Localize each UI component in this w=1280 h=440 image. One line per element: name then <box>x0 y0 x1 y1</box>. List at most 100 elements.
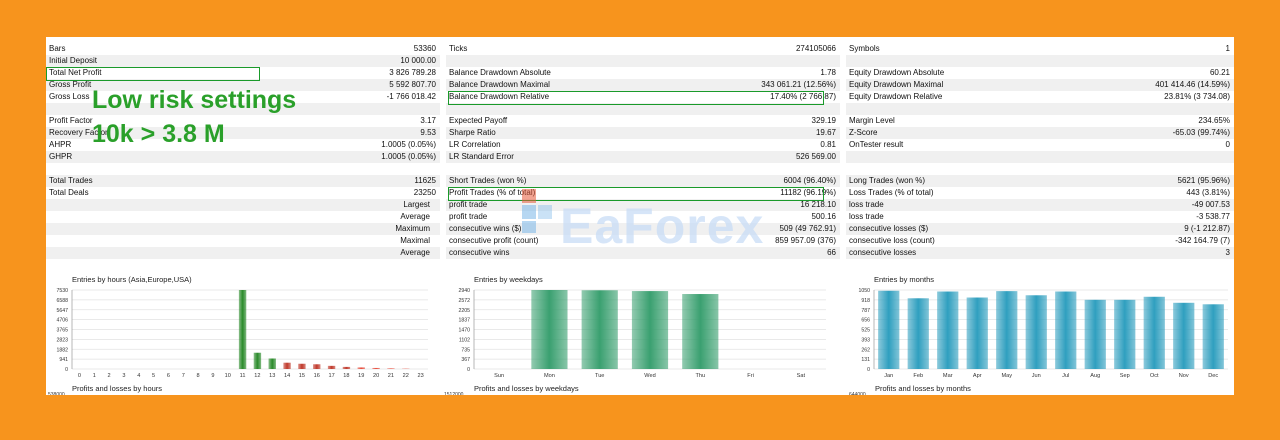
x-tick-label: Jan <box>884 373 893 379</box>
chart-bar <box>682 294 719 369</box>
y-tick-label: 131 <box>861 357 870 363</box>
y-tick-label: 0 <box>867 367 870 373</box>
stat-label: Equity Drawdown Maximal <box>849 80 944 89</box>
stat-value: 9 (-1 212.87) <box>1184 224 1230 233</box>
stat-row: Equity Drawdown Absolute 60.21 <box>846 67 1234 79</box>
stat-value: 11625 <box>414 176 436 185</box>
stat-label: consecutive losses ($) <box>849 224 929 233</box>
x-tick-label: 0 <box>78 373 81 379</box>
x-tick-label: 9 <box>211 373 214 379</box>
y-tick-label: 3765 <box>56 328 68 334</box>
stat-label: consecutive losses <box>849 248 917 257</box>
stat-row: Equity Drawdown Maximal 401 414.46 (14.59… <box>846 79 1234 91</box>
stat-value: 3 826 789.28 <box>389 68 436 77</box>
stat-row <box>846 151 1234 163</box>
watermark-text: EaForex <box>560 198 765 254</box>
stat-row: Largest <box>46 199 440 211</box>
x-tick-label: 13 <box>269 373 275 379</box>
x-tick-label: 10 <box>225 373 231 379</box>
stat-label: LR Correlation <box>449 140 501 149</box>
stat-value: 401 414.46 (14.59%) <box>1155 80 1230 89</box>
x-tick-label: Sun <box>494 373 504 379</box>
y-tick-label: 1470 <box>458 328 470 334</box>
stat-row: Maximum <box>46 223 440 235</box>
stat-value: 3.17 <box>420 116 436 125</box>
stat-label: Maximum <box>395 224 430 233</box>
stat-value: 6004 (96.40%) <box>783 176 836 185</box>
y-tick-label: 2572 <box>458 298 470 304</box>
chart-bar <box>313 364 321 369</box>
stat-label: loss trade <box>849 212 884 221</box>
y-tick-label: 0 <box>467 367 470 373</box>
stat-row: Balance Drawdown Maximal 343 061.21 (12.5… <box>446 79 840 91</box>
y-tick-label: 393 <box>861 337 870 343</box>
y-tick-label: 525 <box>861 328 870 334</box>
stat-value: 0.81 <box>820 140 836 149</box>
chart-bar <box>1202 304 1224 369</box>
y-tick-label: 656 <box>861 318 870 324</box>
x-tick-label: Fri <box>747 373 754 379</box>
x-tick-label: 23 <box>417 373 423 379</box>
x-tick-label: Mar <box>943 373 953 379</box>
stat-value: 234.65% <box>1198 116 1230 125</box>
x-tick-label: 16 <box>314 373 320 379</box>
x-tick-label: 17 <box>328 373 334 379</box>
bottom-tick-months: 644000 <box>849 392 866 395</box>
stat-row <box>446 55 840 67</box>
y-tick-label: 1882 <box>56 347 68 353</box>
chart-bar <box>581 290 618 369</box>
chart-title-profits-months: Profits and losses by months <box>875 384 971 393</box>
stat-row: LR Correlation 0.81 <box>446 139 840 151</box>
stat-value: 329.19 <box>811 116 836 125</box>
watermark-logo <box>522 189 552 233</box>
stat-row <box>846 103 1234 115</box>
chart-bar <box>238 290 247 369</box>
stat-row: Bars 53360 <box>46 43 440 55</box>
stat-label: Long Trades (won %) <box>849 176 926 185</box>
chart-title: Entries by months <box>874 275 934 284</box>
stat-label: LR Standard Error <box>449 152 514 161</box>
stat-row <box>46 163 440 175</box>
y-tick-label: 262 <box>861 347 870 353</box>
stat-label: Total Deals <box>49 188 89 197</box>
stat-label: Largest <box>403 200 430 209</box>
chart-bar <box>372 367 380 369</box>
stat-value: -342 164.79 (7) <box>1175 236 1230 245</box>
chart-bar <box>298 363 306 369</box>
chart-bar <box>531 290 568 369</box>
stat-row: Balance Drawdown Absolute 1.78 <box>446 67 840 79</box>
stat-label: consecutive wins ($) <box>449 224 522 233</box>
stat-row <box>846 55 1234 67</box>
stat-label: AHPR <box>49 140 72 149</box>
stat-label: Z-Score <box>849 128 878 137</box>
x-tick-label: Jun <box>1032 373 1041 379</box>
y-tick-label: 1050 <box>858 288 870 294</box>
x-tick-label: Jul <box>1062 373 1069 379</box>
stat-value: 5 592 807.70 <box>389 80 436 89</box>
stat-row: LR Standard Error 526 569.00 <box>446 151 840 163</box>
stat-label: OnTester result <box>849 140 904 149</box>
stat-value: 1.0005 (0.05%) <box>381 140 436 149</box>
stat-value: 343 061.21 (12.56%) <box>761 80 836 89</box>
y-tick-label: 941 <box>59 357 68 363</box>
stat-label: Balance Drawdown Absolute <box>449 68 551 77</box>
chart-entries-by-months: Entries by months 1050 918 787 656 525 393 262 1… <box>858 275 1228 379</box>
x-tick-label: May <box>1001 373 1012 379</box>
stat-label: Total Trades <box>49 176 93 185</box>
chart-bar <box>1114 299 1136 369</box>
stat-label: Bars <box>49 44 66 53</box>
highlight-balance-drawdown-relative <box>448 91 824 105</box>
stat-row: loss trade -3 538.77 <box>846 211 1234 223</box>
stat-label: consecutive loss (count) <box>849 236 935 245</box>
stat-value: 3 <box>1225 248 1230 257</box>
x-tick-label: 2 <box>108 373 111 379</box>
y-tick-label: 2940 <box>458 288 470 294</box>
stat-row: consecutive losses ($) 9 (-1 212.87) <box>846 223 1234 235</box>
stat-row <box>446 163 840 175</box>
stat-label: Short Trades (won %) <box>449 176 527 185</box>
stat-row: Average <box>46 247 440 259</box>
bottom-tick-weekdays: 1512000 <box>444 392 464 395</box>
stat-row <box>846 163 1234 175</box>
stat-value: -49 007.53 <box>1191 200 1230 209</box>
x-tick-label: 5 <box>152 373 155 379</box>
